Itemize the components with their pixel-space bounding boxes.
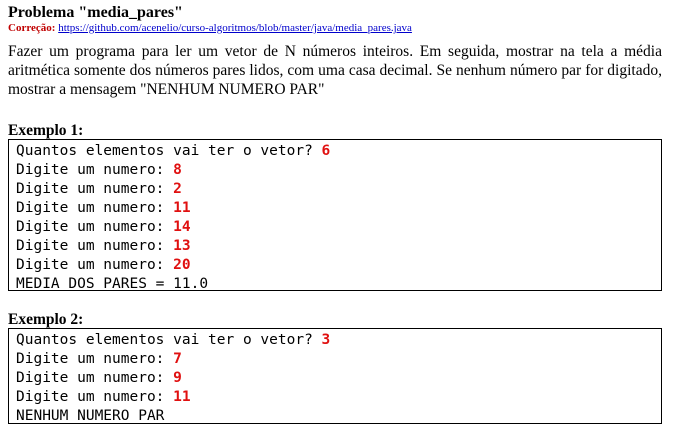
console-line: Digite um numero: 8 xyxy=(16,161,661,180)
console-output: NENHUM NUMERO PAR xyxy=(16,408,165,424)
console-prompt: Digite um numero: xyxy=(16,389,174,405)
console-input: 13 xyxy=(173,238,191,254)
console-line: Digite um numero: 14 xyxy=(16,218,661,237)
console-input: 6 xyxy=(321,143,331,159)
example-1-title: Exemplo 1: xyxy=(8,122,84,139)
console-prompt: Digite um numero: xyxy=(16,370,174,386)
console-input: 9 xyxy=(173,370,182,386)
console-prompt: Quantos elementos vai ter o vetor? xyxy=(16,332,322,348)
console-line: Digite um numero: 13 xyxy=(16,237,661,256)
console-input: 14 xyxy=(173,219,191,235)
problem-description: Fazer um programa para ler um vetor de N… xyxy=(8,43,662,98)
console-line: Quantos elementos vai ter o vetor? 3 xyxy=(16,331,661,350)
console-line: Digite um numero: 2 xyxy=(16,180,661,199)
correction-line: Correção: https://github.com/acenelio/cu… xyxy=(8,22,412,34)
console-input: 11 xyxy=(173,200,191,216)
console-output: MEDIA DOS PARES = 11.0 xyxy=(16,276,209,292)
console-prompt: Digite um numero: xyxy=(16,238,174,254)
correction-link[interactable]: https://github.com/acenelio/curso-algori… xyxy=(58,22,412,34)
example-2-title: Exemplo 2: xyxy=(8,311,84,328)
console-input: 7 xyxy=(173,351,182,367)
console-input: 20 xyxy=(173,257,191,273)
console-line: Digite um numero: 11 xyxy=(16,199,661,218)
console-prompt: Digite um numero: xyxy=(16,200,174,216)
console-line: Digite um numero: 9 xyxy=(16,369,661,388)
console-prompt: Quantos elementos vai ter o vetor? xyxy=(16,143,322,159)
console-input: 2 xyxy=(173,181,182,197)
console-prompt: Digite um numero: xyxy=(16,162,174,178)
console-prompt: Digite um numero: xyxy=(16,219,174,235)
console-line: Quantos elementos vai ter o vetor? 6 xyxy=(16,142,661,161)
example-1-console: Quantos elementos vai ter o vetor? 6 Dig… xyxy=(8,139,662,294)
console-input: 8 xyxy=(173,162,182,178)
console-line: NENHUM NUMERO PAR xyxy=(16,407,661,426)
console-prompt: Digite um numero: xyxy=(16,181,174,197)
example-2-console: Quantos elementos vai ter o vetor? 3 Dig… xyxy=(8,328,662,424)
console-line: MEDIA DOS PARES = 11.0 xyxy=(16,275,661,294)
console-prompt: Digite um numero: xyxy=(16,351,174,367)
console-line: Digite um numero: 20 xyxy=(16,256,661,275)
console-input: 3 xyxy=(321,332,331,348)
correction-label: Correção: xyxy=(8,22,56,34)
console-line: Digite um numero: 11 xyxy=(16,388,661,407)
console-input: 11 xyxy=(173,389,191,405)
console-prompt: Digite um numero: xyxy=(16,257,174,273)
problem-title: Problema "media_pares" xyxy=(8,4,183,21)
console-line: Digite um numero: 7 xyxy=(16,350,661,369)
